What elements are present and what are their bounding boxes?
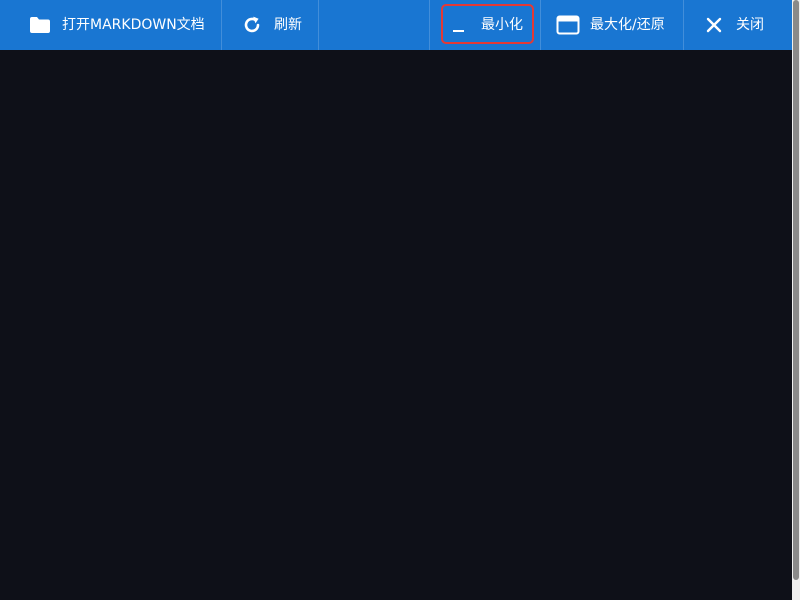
vertical-scrollbar[interactable] xyxy=(792,0,800,600)
app-window: 打开MARKDOWN文档 刷新 最小化 最大化/还原 关闭 xyxy=(0,0,800,600)
close-icon xyxy=(702,13,726,37)
scrollbar-thumb[interactable] xyxy=(793,0,799,580)
maximize-restore-button[interactable]: 最大化/还原 xyxy=(541,0,684,50)
toolbar: 打开MARKDOWN文档 刷新 最小化 最大化/还原 关闭 xyxy=(0,0,792,50)
minimize-icon xyxy=(447,13,471,37)
window-maximize-icon xyxy=(556,13,580,37)
open-markdown-button[interactable]: 打开MARKDOWN文档 xyxy=(0,0,222,50)
refresh-button[interactable]: 刷新 xyxy=(222,0,319,50)
close-label: 关闭 xyxy=(736,17,764,33)
refresh-icon xyxy=(240,13,264,37)
folder-icon xyxy=(28,13,52,37)
open-markdown-label: 打开MARKDOWN文档 xyxy=(62,17,205,33)
minimize-button[interactable]: 最小化 xyxy=(430,0,541,50)
maximize-restore-label: 最大化/还原 xyxy=(590,17,665,33)
minimize-label: 最小化 xyxy=(481,17,523,33)
toolbar-spacer xyxy=(319,0,430,50)
document-view xyxy=(0,50,792,600)
refresh-label: 刷新 xyxy=(274,17,302,33)
close-button[interactable]: 关闭 xyxy=(684,0,792,50)
